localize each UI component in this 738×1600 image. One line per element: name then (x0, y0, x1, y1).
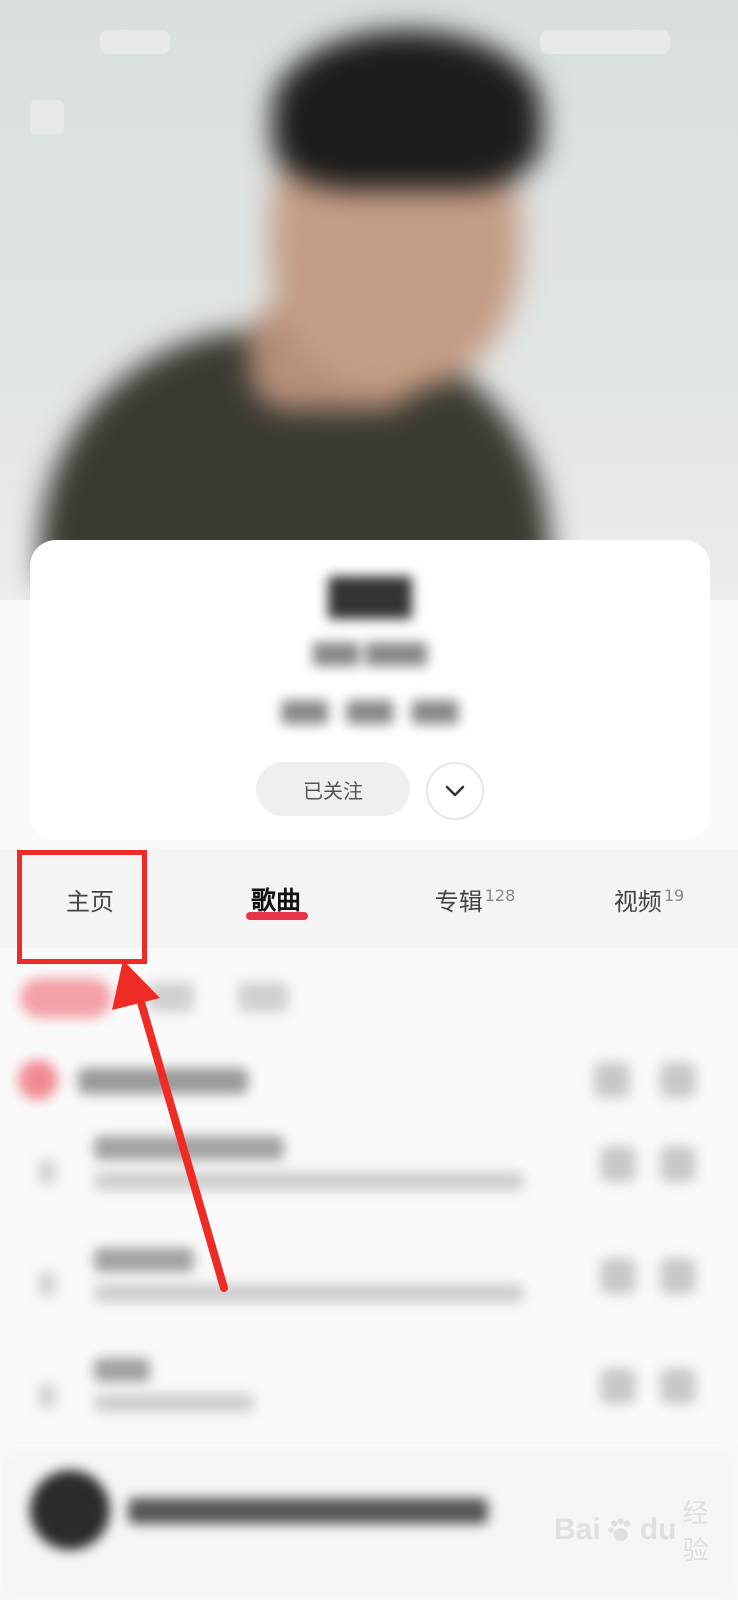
tab-videos[interactable]: 视频 19 (604, 850, 694, 948)
song-index (38, 1160, 56, 1184)
song-subtitle (94, 1394, 254, 1412)
watermark-suffix: 经验 (682, 1499, 709, 1566)
tab-videos-label: 视频 (613, 887, 662, 916)
song-video-icon[interactable] (600, 1368, 636, 1404)
status-bar-right (540, 30, 670, 54)
watermark-brand-tail: du (639, 1513, 677, 1546)
song-more-icon[interactable] (660, 1258, 696, 1294)
play-all-label[interactable] (78, 1068, 248, 1094)
song-video-icon[interactable] (600, 1258, 636, 1294)
active-tab-indicator (246, 912, 308, 920)
song-video-icon[interactable] (600, 1146, 636, 1182)
album-disc-icon[interactable] (30, 1470, 110, 1550)
song-more-icon[interactable] (660, 1368, 696, 1404)
play-all-icon[interactable] (18, 1060, 58, 1100)
back-arrow-icon[interactable] (30, 100, 64, 134)
multi-select-icon[interactable] (660, 1062, 696, 1098)
song-more-icon[interactable] (660, 1146, 696, 1182)
paw-icon (607, 1518, 630, 1542)
artist-info-card: ███ ███ ████ ███ · ███ · ███ 已关注 (30, 540, 710, 840)
artist-portrait (0, 0, 738, 600)
chevron-down-icon (445, 785, 465, 797)
follow-button-label: 已关注 (303, 778, 363, 803)
expand-more-button[interactable] (426, 762, 484, 820)
annotation-highlight-box (17, 850, 147, 964)
baidu-watermark: Bai du 经验 (554, 1499, 724, 1566)
song-title[interactable] (94, 1248, 194, 1272)
tab-albums[interactable]: 专辑 128 (420, 850, 530, 948)
tab-albums-count: 128 (484, 885, 516, 905)
now-playing-text (128, 1498, 488, 1524)
song-index (38, 1384, 56, 1408)
watermark-brand: Bai (554, 1513, 601, 1546)
artist-name-blurred: ███ (328, 578, 412, 619)
artist-hero-photo (0, 0, 738, 600)
fan-count-blurred: ███ ████ (312, 642, 428, 666)
tab-videos-count: 19 (663, 885, 685, 905)
song-title[interactable] (94, 1358, 150, 1382)
artist-tags-blurred: ███ · ███ · ███ (281, 700, 459, 724)
song-title[interactable] (94, 1136, 284, 1160)
song-subtitle (94, 1284, 524, 1302)
tab-albums-label: 专辑 (434, 887, 483, 916)
status-bar-left (100, 30, 170, 54)
filter-pill-active[interactable] (20, 978, 112, 1018)
tab-songs[interactable]: 歌曲 (226, 850, 326, 948)
filter-pill[interactable] (238, 982, 288, 1012)
filter-pill[interactable] (148, 982, 194, 1012)
download-icon[interactable] (594, 1062, 630, 1098)
song-subtitle (94, 1172, 524, 1190)
song-index (38, 1272, 56, 1296)
follow-button[interactable]: 已关注 (256, 762, 410, 816)
